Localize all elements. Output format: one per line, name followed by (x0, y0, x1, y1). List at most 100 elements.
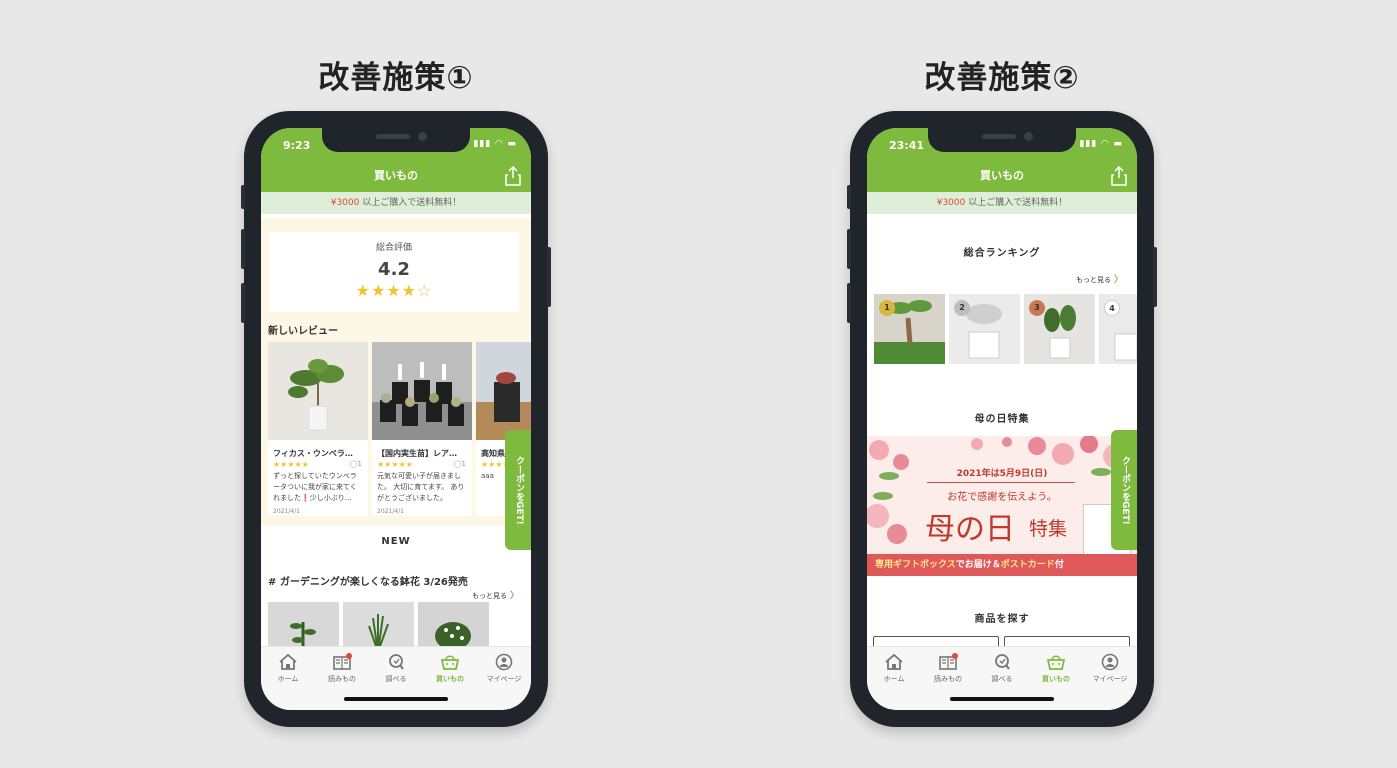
phone-left: 9:23 ▮▮▮ ◠ ▬ 買いもの ¥3000 以上ご購入で送料無料！ 総合評価… (241, 111, 551, 727)
tab-label: マイページ (486, 675, 522, 683)
review-section: 総合評価 4.2 ★★★★☆ 新しいレビュー フィカス・ウンベラ… ★★★★★ ◯… (261, 218, 531, 526)
new-label: NEW (381, 536, 411, 547)
rank-badge: 3 (1029, 300, 1045, 316)
promo-price: ¥3000 (936, 198, 966, 208)
app-bar: 買いもの (261, 164, 531, 192)
comment-icon: ◯1 (453, 460, 466, 468)
rating-stars: ★★★★☆ (355, 281, 433, 300)
review-card[interactable]: 【国内実生苗】レア… ★★★★★ ◯1 元気な可愛い子が届きました。 大切に育てま… (372, 342, 472, 516)
review-card[interactable]: フィカス・ウンベラ… ★★★★★ ◯1 ずっと探していたウンベラータついに我が家に… (268, 342, 368, 516)
coupon-tab[interactable]: クーポンをGET! (505, 430, 531, 550)
feature-title: 母の日特集 (974, 414, 1030, 425)
status-time: 23:41 (889, 139, 925, 152)
tab-mypage[interactable]: マイページ (477, 653, 531, 684)
tab-label: ホーム (883, 675, 905, 683)
page-title: 買いもの (374, 169, 418, 182)
rank-item[interactable]: 1 (874, 294, 945, 364)
banner-subtitle: お花で感謝を伝えよう。 (947, 492, 1057, 503)
rank-item[interactable]: 3 (1024, 294, 1095, 364)
search-category-card[interactable] (1004, 636, 1130, 646)
home-icon (279, 653, 297, 670)
phone-right: 23:41 ▮▮▮ ◠ ▬ 買いもの ¥3000 以上ご購入で送料無料！ 総合ラ… (847, 111, 1157, 727)
book-icon (939, 653, 958, 670)
promo-price: ¥3000 (330, 198, 360, 208)
screen-right: 23:41 ▮▮▮ ◠ ▬ 買いもの ¥3000 以上ご購入で送料無料！ 総合ラ… (867, 128, 1137, 710)
promo-banner[interactable]: ¥3000 以上ご購入で送料無料！ (261, 192, 531, 214)
basket-icon (1046, 655, 1066, 670)
content-area: 総合ランキング もっと見る〉 1 2 3 4 母の日特集 2021年は5月9日(… (867, 214, 1137, 646)
tab-label: マイページ (1092, 675, 1128, 683)
rating-card: 総合評価 4.2 ★★★★☆ (269, 232, 519, 312)
search-icon (389, 654, 404, 670)
signal-icon: ▮▮▮ ◠ ▬ (473, 139, 517, 149)
review-body: 元気な可愛い子が届きました。 大切に育てます。 ありがとうございました。 (377, 472, 465, 502)
notch (322, 128, 470, 152)
promo-text: 以上ご購入で送料無料！ (965, 198, 1068, 208)
tab-shop[interactable]: 買いもの (423, 653, 477, 684)
share-icon[interactable] (505, 166, 521, 186)
rank-badge: 2 (954, 300, 970, 316)
tab-label: 調べる (991, 675, 1013, 683)
review-stars: ★★★★★ ◯1 (377, 460, 466, 469)
screen-left: 9:23 ▮▮▮ ◠ ▬ 買いもの ¥3000 以上ご購入で送料無料！ 総合評価… (261, 128, 531, 710)
review-stars: ★★★★★ ◯1 (273, 460, 362, 469)
reviews-title: 新しいレビュー (268, 326, 338, 337)
tab-label: 買いもの (1042, 675, 1070, 683)
review-date: 2021/4/1 (377, 508, 404, 515)
review-image (268, 342, 368, 440)
product-image[interactable] (418, 602, 489, 646)
rating-label: 総合評価 (375, 243, 412, 253)
banner-date: 2021年は5月9日(日) (956, 469, 1048, 479)
tab-reading[interactable]: 読みもの (921, 653, 975, 684)
comment-icon: ◯1 (349, 460, 362, 468)
tab-search[interactable]: 調べる (369, 653, 423, 684)
rank-item[interactable]: 4 (1099, 294, 1137, 364)
tab-search[interactable]: 調べる (975, 653, 1029, 684)
heading-right: 改善施策② (924, 60, 1080, 96)
content-area: 総合評価 4.2 ★★★★☆ 新しいレビュー フィカス・ウンベラ… ★★★★★ ◯… (261, 214, 531, 646)
banner-strip: 専用ギフトボックスでお届け＆ポストカード付 (867, 554, 1137, 576)
notch (928, 128, 1076, 152)
promo-text: 以上ご購入で送料無料！ (359, 198, 462, 208)
tab-label: 読みもの (328, 675, 356, 683)
more-link[interactable]: もっと見る〉 (472, 588, 519, 601)
tab-shop[interactable]: 買いもの (1029, 653, 1083, 684)
review-title: 【国内実生苗】レア… (377, 449, 457, 458)
search-category-card[interactable] (873, 636, 999, 646)
coupon-tab[interactable]: クーポンをGET! (1111, 430, 1137, 550)
search-icon (995, 654, 1010, 670)
review-date: 2021/4/1 (273, 508, 300, 515)
mothers-day-banner[interactable]: 2021年は5月9日(日) お花で感謝を伝えよう。 母の日 特集 専用ギフトボッ… (867, 436, 1137, 576)
share-icon[interactable] (1111, 166, 1127, 186)
product-image[interactable] (343, 602, 414, 646)
product-image[interactable] (268, 602, 339, 646)
rank-badge: 4 (1104, 300, 1120, 316)
tab-label: 買いもの (436, 675, 464, 683)
tab-home[interactable]: ホーム (867, 653, 921, 684)
home-icon (885, 653, 903, 670)
banner-headline: 母の日 (925, 512, 1015, 547)
chevron-right-icon: 〉 (509, 591, 519, 601)
more-link[interactable]: もっと見る〉 (1076, 272, 1123, 285)
tab-label: 調べる (385, 675, 407, 683)
tab-home[interactable]: ホーム (261, 653, 315, 684)
rank-item[interactable]: 2 (949, 294, 1020, 364)
banner-headline-suffix: 特集 (1029, 518, 1068, 540)
book-icon (333, 653, 352, 670)
tab-reading[interactable]: 読みもの (315, 653, 369, 684)
rating-score: 4.2 (378, 259, 410, 280)
promo-banner[interactable]: ¥3000 以上ご購入で送料無料！ (867, 192, 1137, 214)
signal-icon: ▮▮▮ ◠ ▬ (1079, 139, 1123, 149)
user-icon (1101, 653, 1119, 671)
tab-label: 読みもの (934, 675, 962, 683)
basket-icon (440, 655, 460, 670)
rank-badge: 1 (879, 300, 895, 316)
tab-label: ホーム (277, 675, 299, 683)
home-indicator (950, 697, 1054, 701)
review-image (372, 342, 472, 440)
tab-mypage[interactable]: マイページ (1083, 653, 1137, 684)
status-time: 9:23 (283, 139, 311, 152)
review-body: ずっと探していたウンベラータついに我が家に来てくれました❗少し小ぶり… (273, 472, 357, 502)
search-title: 商品を探す (974, 614, 1030, 625)
ranking-title: 総合ランキング (963, 248, 1041, 259)
